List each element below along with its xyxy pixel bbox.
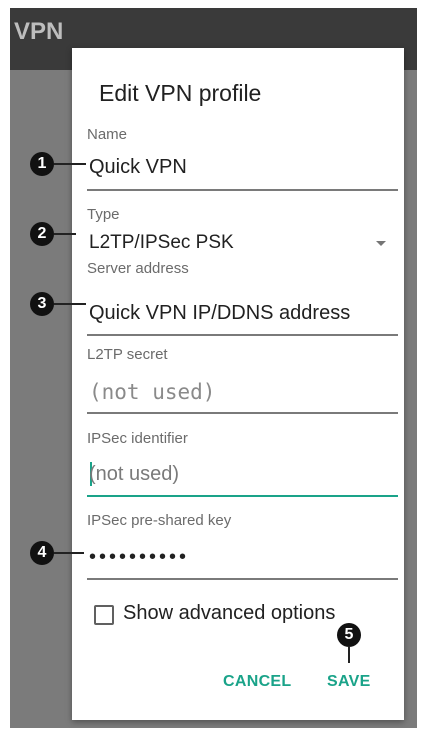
name-label: Name [87,126,128,143]
l2tp-secret-underline [87,412,398,414]
callout-leader-5 [348,647,350,663]
dialog-title: Edit VPN profile [99,80,262,106]
callout-marker-3: 3 [30,292,54,316]
psk-field[interactable]: •••••••••• [89,546,189,569]
save-button[interactable]: SAVE [327,673,371,691]
app-bar-title: VPN [14,18,64,45]
dropdown-arrow-icon[interactable] [376,241,386,246]
callout-leader-3 [54,303,86,305]
advanced-options-label[interactable]: Show advanced options [123,602,335,625]
server-address-label: Server address [87,260,189,277]
callout-marker-5: 5 [337,623,361,647]
psk-underline [87,578,398,580]
l2tp-secret-field[interactable]: (not used) [89,380,215,404]
type-label: Type [87,206,120,223]
server-address-field[interactable]: Quick VPN IP/DDNS address [89,302,350,325]
app-screen: VPN Edit VPN profile Name Quick VPN Type… [10,8,417,728]
callout-marker-1: 1 [30,152,54,176]
callout-leader-1 [54,163,86,165]
l2tp-secret-label: L2TP secret [87,346,168,363]
callout-marker-2: 2 [30,222,54,246]
server-address-underline [87,334,398,336]
advanced-options-checkbox[interactable] [94,605,114,625]
ipsec-identifier-underline [87,495,398,497]
name-underline [87,189,398,191]
callout-marker-4: 4 [30,541,54,565]
callout-leader-2 [54,233,76,235]
name-field[interactable]: Quick VPN [89,156,187,179]
callout-leader-4 [54,552,84,554]
ipsec-identifier-field[interactable]: (not used) [89,463,179,486]
psk-label: IPSec pre-shared key [87,512,232,529]
ipsec-identifier-label: IPSec identifier [87,430,188,447]
cancel-button[interactable]: CANCEL [223,673,291,691]
type-dropdown[interactable]: L2TP/IPSec PSK [89,232,234,254]
edit-vpn-dialog: Edit VPN profile Name Quick VPN Type L2T… [72,48,404,720]
